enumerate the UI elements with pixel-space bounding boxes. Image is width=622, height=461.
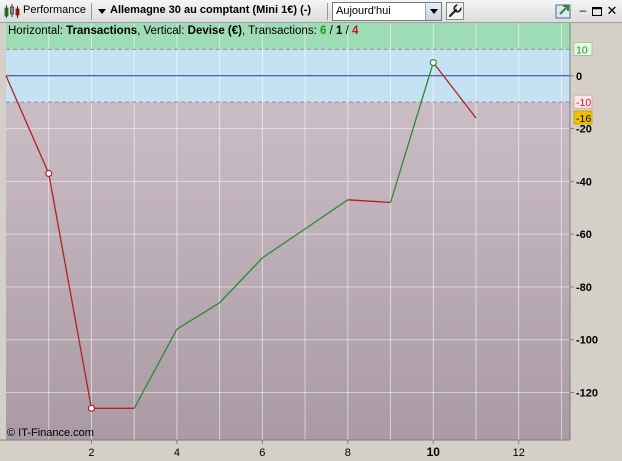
period-select[interactable]: Aujourd'hui xyxy=(332,2,442,21)
y-tick-label: 0 xyxy=(576,71,582,83)
x-tick-label: 2 xyxy=(88,447,94,459)
x-tick-label: 12 xyxy=(513,447,525,459)
candlestick-chart-icon[interactable] xyxy=(4,4,20,19)
x-tick-label: 6 xyxy=(259,447,265,459)
settings-wrench-button[interactable] xyxy=(446,2,464,20)
period-select-value: Aujourd'hui xyxy=(336,5,391,17)
current-value-badge-label: -16 xyxy=(576,113,591,125)
horizontal-axis-label: Horizontal: xyxy=(8,25,63,37)
loss-zone xyxy=(6,102,570,440)
export-arrow-icon xyxy=(555,4,571,19)
chevron-down-icon[interactable] xyxy=(425,3,441,20)
x-tick-label: 10 xyxy=(427,445,441,459)
vertical-axis-value: Devise (€) xyxy=(187,25,242,37)
x-axis-panel xyxy=(0,440,570,461)
toolbar: Performance Allemagne 30 au comptant (Mi… xyxy=(0,0,622,23)
take-profit-badge-label: 10 xyxy=(576,44,588,56)
toolbar-separator xyxy=(91,3,92,20)
extreme-point-marker xyxy=(429,58,437,67)
vertical-axis-label: , Vertical: xyxy=(137,25,185,37)
extreme-point-marker xyxy=(45,169,53,178)
copyright-notice: © IT-Finance.com xyxy=(7,427,94,439)
count-separator: / xyxy=(342,25,352,37)
y-tick-label: -120 xyxy=(576,387,598,399)
x-tick-label: 8 xyxy=(345,447,351,459)
instrument-dropdown-caret-icon[interactable] xyxy=(98,9,106,14)
close-button[interactable]: ✕ xyxy=(605,3,619,19)
wrench-icon xyxy=(448,4,462,18)
x-tick-label: 4 xyxy=(174,447,180,459)
y-tick-label: -60 xyxy=(576,229,592,241)
chart-canvas: 0 -20 -40 -60 -80 -100 -120 10 -10 -16 2 4 6 8 10 12 xyxy=(0,23,622,461)
count-separator: / xyxy=(326,25,336,37)
chart-info-line: Horizontal: Transactions, Vertical: Devi… xyxy=(8,25,358,37)
performance-menu-label[interactable]: Performance xyxy=(23,4,86,16)
transactions-label: , Transactions: xyxy=(241,25,317,37)
maximize-icon xyxy=(592,7,602,16)
stop-loss-badge-label: -10 xyxy=(576,97,591,109)
instrument-selector[interactable]: Allemagne 30 au comptant (Mini 1€) (-) xyxy=(110,4,311,16)
extreme-point-marker xyxy=(87,404,96,412)
losing-trades-count: 4 xyxy=(351,25,359,37)
y-tick-label: -20 xyxy=(576,124,592,136)
horizontal-axis-value: Transactions xyxy=(66,25,138,37)
y-tick-label: -40 xyxy=(576,176,592,188)
maximize-button[interactable] xyxy=(590,3,604,19)
y-tick-label: -100 xyxy=(576,335,598,347)
performance-chart: 0 -20 -40 -60 -80 -100 -120 10 -10 -16 2 4 6 8 10 12 Ho… xyxy=(0,23,622,461)
y-tick-label: -80 xyxy=(576,282,592,294)
toolbar-separator xyxy=(327,3,328,20)
minimize-button[interactable]: – xyxy=(576,3,590,19)
export-button[interactable] xyxy=(555,2,573,20)
